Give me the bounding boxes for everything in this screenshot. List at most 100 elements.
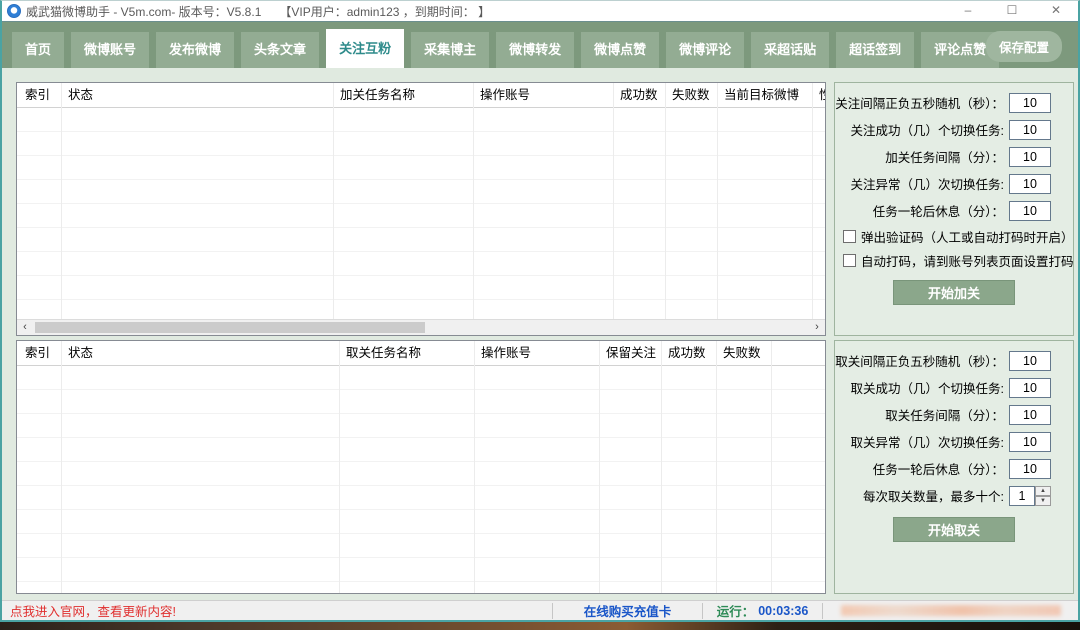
column-header-fail-count[interactable]: 失败数 — [717, 341, 771, 366]
column-header-status[interactable]: 状态 — [62, 83, 333, 108]
unfollow-interval-input[interactable] — [1009, 351, 1051, 371]
column-header-gender[interactable]: 性别 — [813, 83, 825, 108]
runtime-label: 运行： — [717, 601, 755, 620]
column-header-index[interactable]: 索引 — [17, 341, 61, 366]
follow-round-rest-input[interactable] — [1009, 201, 1051, 221]
scrollbar-thumb[interactable] — [35, 322, 425, 333]
captcha-popup-checkbox[interactable] — [843, 230, 856, 243]
table-body-column — [475, 366, 599, 593]
table-body-column — [334, 108, 473, 320]
tab-home[interactable]: 首页 — [12, 32, 64, 68]
column-header-status[interactable]: 状态 — [62, 341, 339, 366]
tab-weibo-like[interactable]: 微博点赞 — [581, 32, 659, 68]
maximize-button[interactable]: ☐ — [990, 1, 1034, 21]
table-body-column — [718, 108, 812, 320]
column-header-current-target[interactable]: 当前目标微博 — [718, 83, 812, 108]
table-body-column — [17, 108, 61, 320]
scroll-left-icon[interactable]: ‹ — [17, 320, 33, 335]
table-body-column — [614, 108, 665, 320]
settings-column: 关注间隔正负五秒随机（秒）： 关注成功（几）个切换任务: 加关任务间隔（分）： … — [834, 82, 1074, 598]
app-window: 威武猫微博助手 - V5m.com- 版本号：V5.8.1 【VIP用户：adm… — [0, 0, 1080, 622]
unfollow-interval-label: 取关间隔正负五秒随机（秒）： — [835, 351, 1004, 370]
vip-info: 【VIP用户：admin123 ，到期时间： 】 — [279, 3, 490, 20]
runtime-status: 运行： 00:03:36 — [702, 603, 822, 619]
spinner-down-icon[interactable]: ▼ — [1035, 496, 1051, 506]
status-bar: 点我进入官网，查看更新内容! 在线购买充值卡 运行： 00:03:36 — [2, 600, 1078, 620]
column-header-operating-account[interactable]: 操作账号 — [474, 83, 613, 108]
unfollow-batch-size-input[interactable] — [1009, 486, 1035, 506]
status-segment-redacted — [822, 603, 1078, 619]
unfollow-task-interval-label: 取关任务间隔（分）： — [885, 405, 1004, 424]
unfollow-round-rest-input[interactable] — [1009, 459, 1051, 479]
start-follow-button[interactable]: 开始加关 — [893, 280, 1015, 305]
unfollow-table-grid: 索引 状态 取关任务名称 操作账号 — [17, 341, 825, 593]
follow-task-interval-label: 加关任务间隔（分）： — [885, 147, 1004, 166]
table-body-column — [600, 366, 661, 593]
tab-collect-bloggers[interactable]: 采集博主 — [411, 32, 489, 68]
follow-error-switch-input[interactable] — [1009, 174, 1051, 194]
main-content: 索引 状态 加关任务名称 操作账号 — [2, 68, 1078, 598]
window-controls: – ☐ ✕ — [946, 1, 1078, 21]
table-body-column — [474, 108, 613, 320]
table-body-column — [62, 366, 339, 593]
follow-table-grid: 索引 状态 加关任务名称 操作账号 — [17, 83, 825, 320]
column-header-success-count[interactable]: 成功数 — [614, 83, 665, 108]
column-header-empty — [772, 341, 825, 366]
auto-captcha-label: 自动打码，请到账号列表页面设置打码 — [861, 251, 1074, 270]
tables-column: 索引 状态 加关任务名称 操作账号 — [16, 82, 826, 598]
scroll-right-icon[interactable]: › — [809, 320, 825, 335]
tab-weibo-comment[interactable]: 微博评论 — [666, 32, 744, 68]
follow-round-rest-label: 任务一轮后休息（分）： — [873, 201, 1004, 220]
spinner-up-icon[interactable]: ▲ — [1035, 486, 1051, 496]
follow-interval-input[interactable] — [1009, 93, 1051, 113]
column-header-keep-follow[interactable]: 保留关注 — [600, 341, 661, 366]
table-body-column — [813, 108, 825, 320]
tab-bar: 首页 微博账号 发布微博 头条文章 关注互粉 采集博主 微博转发 微博点赞 微博… — [2, 21, 1078, 68]
follow-settings-panel: 关注间隔正负五秒随机（秒）： 关注成功（几）个切换任务: 加关任务间隔（分）： … — [834, 82, 1074, 336]
unfollow-batch-size-label: 每次取关数量，最多十个: — [863, 486, 1004, 505]
follow-success-switch-label: 关注成功（几）个切换任务: — [851, 120, 1004, 139]
table-body-column — [666, 108, 717, 320]
unfollow-task-interval-input[interactable] — [1009, 405, 1051, 425]
table-body-column — [17, 366, 61, 593]
desktop-background-strip — [0, 622, 1080, 630]
tab-toutiao-articles[interactable]: 头条文章 — [241, 32, 319, 68]
column-header-success-count[interactable]: 成功数 — [662, 341, 716, 366]
follow-task-interval-input[interactable] — [1009, 147, 1051, 167]
unfollow-error-switch-input[interactable] — [1009, 432, 1051, 452]
tab-weibo-repost[interactable]: 微博转发 — [496, 32, 574, 68]
unfollow-error-switch-label: 取关异常（几）次切换任务: — [851, 432, 1004, 451]
table-body-column — [772, 366, 825, 593]
buy-card-link[interactable]: 在线购买充值卡 — [552, 603, 702, 619]
title-bar: 威武猫微博助手 - V5m.com- 版本号：V5.8.1 【VIP用户：adm… — [2, 1, 1078, 21]
save-config-button[interactable]: 保存配置 — [986, 31, 1062, 62]
tab-follow-mutual[interactable]: 关注互粉 — [326, 29, 404, 68]
table-body-column — [62, 108, 333, 320]
column-header-operating-account[interactable]: 操作账号 — [475, 341, 599, 366]
column-header-unfollow-task-name[interactable]: 取关任务名称 — [340, 341, 474, 366]
batch-size-spinner: ▲ ▼ — [1035, 486, 1051, 506]
column-header-follow-task-name[interactable]: 加关任务名称 — [334, 83, 473, 108]
auto-captcha-checkbox[interactable] — [843, 254, 856, 267]
tab-weibo-accounts[interactable]: 微博账号 — [71, 32, 149, 68]
follow-success-switch-input[interactable] — [1009, 120, 1051, 140]
official-site-link[interactable]: 点我进入官网，查看更新内容! — [2, 601, 552, 620]
tab-publish-weibo[interactable]: 发布微博 — [156, 32, 234, 68]
window-title: 威武猫微博助手 - V5m.com- 版本号：V5.8.1 — [26, 3, 261, 20]
follow-error-switch-label: 关注异常（几）次切换任务: — [851, 174, 1004, 193]
tab-supertopic-checkin[interactable]: 超话签到 — [836, 32, 914, 68]
unfollow-settings-panel: 取关间隔正负五秒随机（秒）： 取关成功（几）个切换任务: 取关任务间隔（分）： … — [834, 340, 1074, 594]
redacted-text — [841, 605, 1061, 616]
table-body-column — [340, 366, 474, 593]
tab-collect-supertopic[interactable]: 采超话贴 — [751, 32, 829, 68]
runtime-value: 00:03:36 — [758, 604, 808, 618]
scrollbar-track[interactable] — [33, 320, 809, 335]
column-header-fail-count[interactable]: 失败数 — [666, 83, 717, 108]
unfollow-success-switch-input[interactable] — [1009, 378, 1051, 398]
start-unfollow-button[interactable]: 开始取关 — [893, 517, 1015, 542]
column-header-index[interactable]: 索引 — [17, 83, 61, 108]
close-button[interactable]: ✕ — [1034, 1, 1078, 21]
follow-task-table: 索引 状态 加关任务名称 操作账号 — [16, 82, 826, 336]
minimize-button[interactable]: – — [946, 1, 990, 21]
captcha-popup-label: 弹出验证码（人工或自动打码时开启） — [861, 227, 1074, 246]
